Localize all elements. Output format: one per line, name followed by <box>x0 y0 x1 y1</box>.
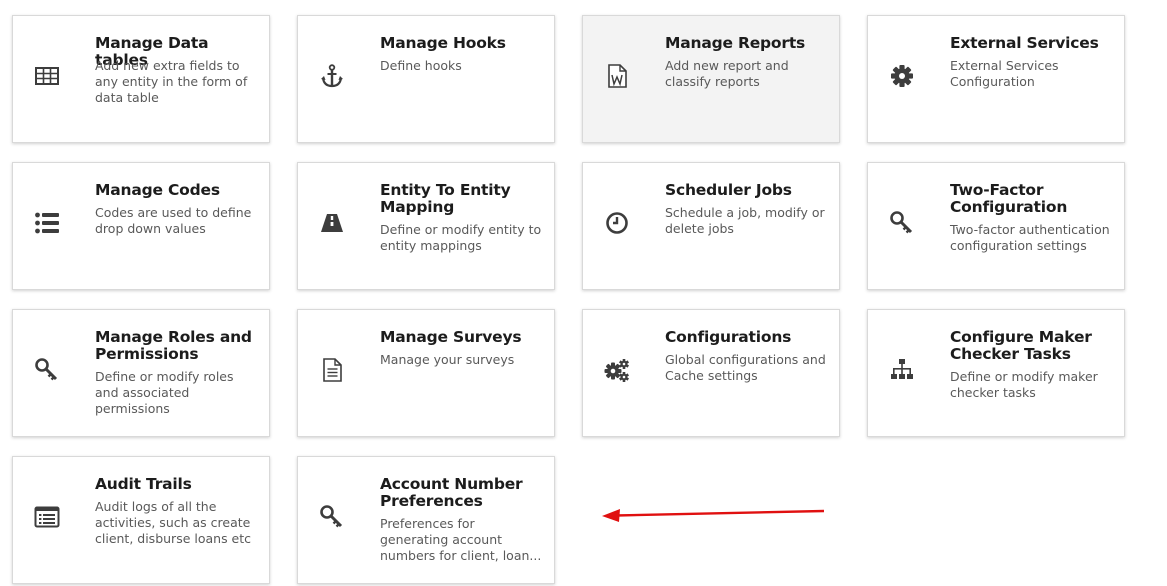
card-configurations[interactable]: Configurations Global configurations and… <box>582 309 840 437</box>
card-configure-maker-checker-tasks[interactable]: Configure Maker Checker Tasks Define or … <box>867 309 1125 437</box>
list-alt-icon <box>33 503 61 531</box>
card-title: Manage Surveys <box>380 328 522 346</box>
card-description: Two-factor authentication configuration … <box>950 222 1110 253</box>
card-title: Two-Factor Configuration <box>950 181 1068 216</box>
card-title: Manage Reports <box>665 34 806 52</box>
card-description: Schedule a job, modify or delete jobs <box>665 205 825 236</box>
card-description: Audit logs of all the activities, such a… <box>95 499 252 546</box>
card-title: Entity To Entity Mapping <box>380 181 511 216</box>
card-description: Codes are used to define drop down value… <box>95 205 252 236</box>
card-scheduler-jobs[interactable]: Scheduler Jobs Schedule a job, modify or… <box>582 162 840 290</box>
card-description: Define or modify entity to entity mappin… <box>380 222 542 253</box>
key-icon <box>888 209 916 237</box>
card-title: Manage Roles and Permissions <box>95 328 252 363</box>
card-description: Add new report and classify reports <box>665 58 789 89</box>
document-icon <box>318 356 346 384</box>
card-manage-codes[interactable]: Manage Codes Codes are used to define dr… <box>12 162 270 290</box>
card-title: External Services <box>950 34 1099 52</box>
card-description: Add new extra fields to any entity in th… <box>95 58 248 105</box>
key-icon <box>33 356 61 384</box>
card-manage-hooks[interactable]: Manage Hooks Define hooks <box>297 15 555 143</box>
card-description: Manage your surveys <box>380 352 515 367</box>
card-title: Configurations <box>665 328 792 346</box>
sitemap-icon <box>888 356 916 384</box>
card-entity-to-entity-mapping[interactable]: Entity To Entity Mapping Define or modif… <box>297 162 555 290</box>
card-manage-roles-and-permissions[interactable]: Manage Roles and Permissions Define or m… <box>12 309 270 437</box>
card-manage-surveys[interactable]: Manage Surveys Manage your surveys <box>297 309 555 437</box>
clock-icon <box>603 209 631 237</box>
card-description: Define hooks <box>380 58 462 73</box>
card-account-number-preferences[interactable]: Account Number Preferences Preferences f… <box>297 456 555 584</box>
card-title: Manage Codes <box>95 181 220 199</box>
card-description: Global configurations and Cache settings <box>665 352 826 383</box>
key-icon <box>318 503 346 531</box>
card-title: Audit Trails <box>95 475 192 493</box>
list-icon <box>33 209 61 237</box>
card-external-services[interactable]: External Services External Services Conf… <box>867 15 1125 143</box>
card-title: Manage Hooks <box>380 34 506 52</box>
card-description: External Services Configuration <box>950 58 1059 89</box>
annotation-arrow <box>602 509 825 522</box>
card-description: Define or modify roles and associated pe… <box>95 369 234 416</box>
card-title: Configure Maker Checker Tasks <box>950 328 1092 363</box>
card-manage-data-tables[interactable]: Manage Data tables Add new extra fields … <box>12 15 270 143</box>
card-description: Define or modify maker checker tasks <box>950 369 1098 400</box>
card-manage-reports[interactable]: Manage Reports Add new report and classi… <box>582 15 840 143</box>
anchor-icon <box>318 62 346 90</box>
word-document-icon <box>603 62 631 90</box>
card-two-factor-configuration[interactable]: Two-Factor Configuration Two-factor auth… <box>867 162 1125 290</box>
gears-icon <box>603 356 631 384</box>
card-description: Preferences for generating account numbe… <box>380 516 542 563</box>
road-icon <box>318 209 346 237</box>
gear-icon <box>888 62 916 90</box>
card-title: Scheduler Jobs <box>665 181 792 199</box>
table-icon <box>33 62 61 90</box>
card-title: Account Number Preferences <box>380 475 523 510</box>
card-audit-trails[interactable]: Audit Trails Audit logs of all the activ… <box>12 456 270 584</box>
